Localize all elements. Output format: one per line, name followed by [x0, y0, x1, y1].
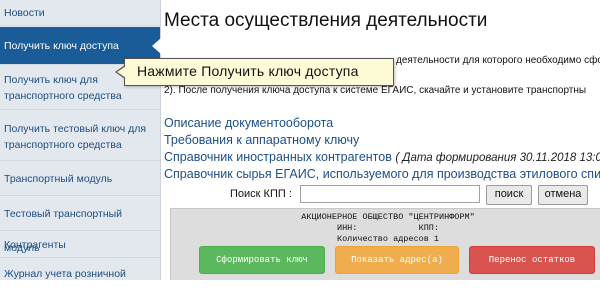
org-requisites: ИНН: КПП: [171, 223, 600, 233]
sidebar-item-label: Контрагенты [4, 239, 66, 251]
sidebar-item-label: Получить ключ доступа [4, 40, 119, 52]
organization-panel: АКЦИОНЕРНОЕ ОБЩЕСТВО "ЦЕНТРИНФОРМ" ИНН: … [170, 208, 600, 280]
sidebar-item-retail-journal[interactable]: Журнал учета розничной [0, 259, 160, 289]
link-raw-materials-directory[interactable]: Справочник сырья ЕГАИС, используемого дл… [164, 167, 600, 181]
link-foreign-contractors[interactable]: Справочник иностранных контрагентов ( Да… [164, 150, 600, 164]
sidebar: Новости Получить ключ доступа Получить к… [0, 0, 161, 280]
org-name: АКЦИОНЕРНОЕ ОБЩЕСТВО "ЦЕНТРИНФОРМ" [301, 212, 475, 222]
main-content: Места осуществления деятельности деятель… [164, 0, 600, 280]
sidebar-item-transport-module[interactable]: Транспортный модуль [0, 162, 160, 196]
sidebar-item-news[interactable]: Новости [0, 0, 160, 26]
search-button[interactable]: поиск [486, 185, 532, 205]
cancel-button[interactable]: отмена [538, 185, 588, 205]
sidebar-item-label: Транспортный модуль [4, 173, 113, 185]
transfer-balances-button[interactable]: Перенос остатков [469, 246, 595, 274]
inn-label: ИНН: [336, 223, 358, 233]
sidebar-item-contractors[interactable]: Контрагенты [0, 232, 160, 258]
active-indicator-arrow [152, 37, 161, 54]
sidebar-item-test-vehicle-key[interactable]: Получить тестовый ключ для транспортного… [0, 111, 160, 161]
sidebar-item-label: Получить ключ для транспортного средства [4, 74, 122, 102]
address-count: Количество адресов 1 [336, 234, 440, 244]
intro-text-line-2: 2). После получения ключа доступа к сист… [164, 85, 587, 96]
show-addresses-button[interactable]: Показать адрес(а) [335, 246, 459, 274]
tooltip-arrow-fill [117, 66, 126, 78]
sidebar-item-label: Получить тестовый ключ для транспортного… [4, 123, 147, 151]
link-hardware-key-requirements[interactable]: Требования к аппаратному ключу [164, 133, 359, 147]
link-label: Справочник иностранных контрагентов [164, 150, 392, 164]
link-document-flow[interactable]: Описание документооборота [164, 116, 333, 130]
sidebar-item-label: Журнал учета розничной [4, 268, 126, 280]
date-note: ( Дата формирования 30.11.2018 13:00:25 … [395, 152, 600, 164]
page-title: Места осуществления деятельности [164, 10, 488, 31]
intro-text-line-1: деятельности для которого необходимо сфо… [396, 55, 600, 66]
kpp-search-label: Поиск КПП : [230, 188, 292, 200]
sidebar-item-label: Новости [4, 7, 45, 19]
kpp-search-input[interactable] [300, 185, 480, 203]
tooltip-text: Нажмите Получить ключ доступа [137, 63, 359, 79]
generate-key-button[interactable]: Сформировать ключ [199, 246, 325, 274]
sidebar-item-test-transport-module[interactable]: Тестовый транспортный модуль [0, 197, 160, 254]
kpp-label: КПП: [418, 223, 440, 233]
tooltip: Нажмите Получить ключ доступа [115, 58, 394, 86]
